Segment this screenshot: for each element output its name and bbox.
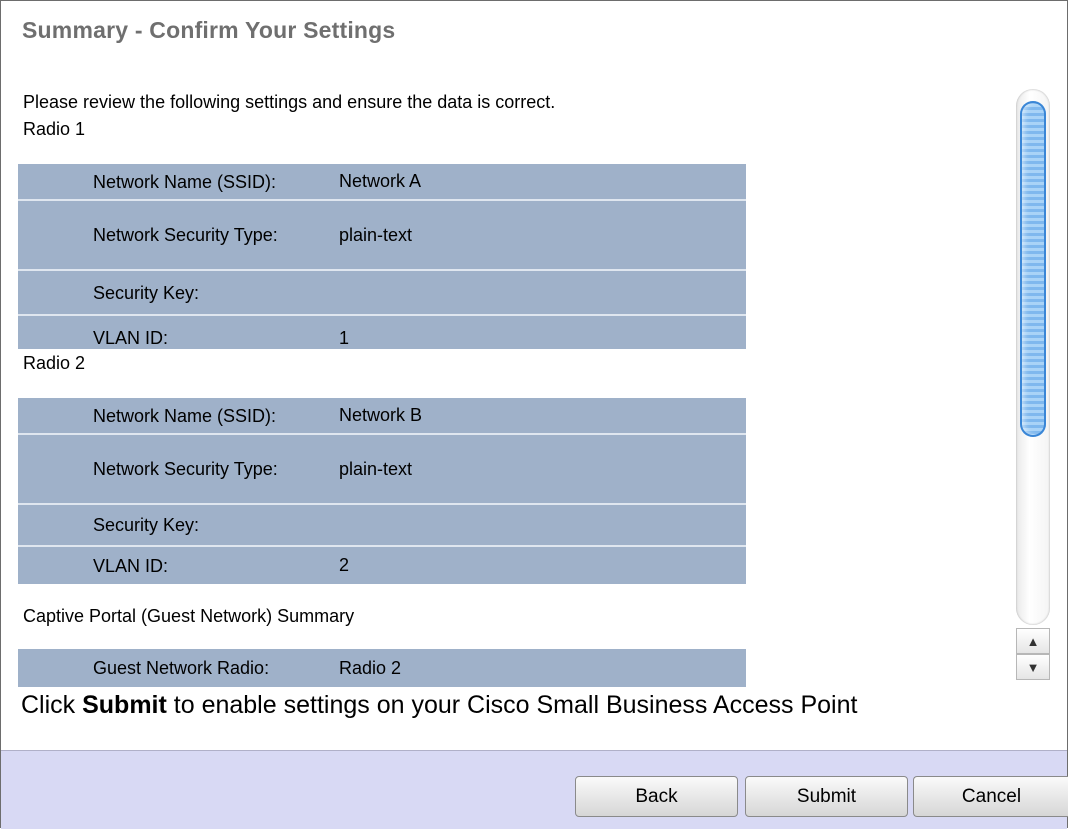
wizard-dialog: Summary - Confirm Your Settings Please r… bbox=[0, 0, 1068, 829]
table-row: VLAN ID: 2 bbox=[18, 546, 746, 584]
table-row: VLAN ID: 1 bbox=[18, 315, 746, 349]
table-row: Security Key: bbox=[18, 270, 746, 316]
button-bar: Back Submit Cancel bbox=[1, 750, 1068, 829]
vlan-id-value: 1 bbox=[339, 328, 350, 348]
security-type-label: Network Security Type: bbox=[18, 200, 339, 271]
radio2-table: Network Name (SSID): Network B Network S… bbox=[18, 398, 746, 584]
table-row: Security Key: bbox=[18, 504, 746, 547]
cancel-button[interactable]: Cancel bbox=[913, 776, 1068, 817]
radio1-heading: Radio 1 bbox=[23, 119, 86, 139]
scrollbar-track[interactable] bbox=[1016, 89, 1050, 625]
table-row: Network Security Type: plain-text bbox=[18, 434, 746, 505]
scrollbar-thumb[interactable] bbox=[1020, 101, 1046, 437]
instruction-suffix: to enable settings on your Cisco Small B… bbox=[166, 691, 858, 719]
back-button[interactable]: Back bbox=[575, 776, 738, 817]
intro-text: Please review the following settings and… bbox=[23, 92, 556, 112]
table-row: Network Name (SSID): Network A bbox=[18, 164, 746, 201]
table-row: Network Name (SSID): Network B bbox=[18, 398, 746, 435]
table-row: Network Security Type: plain-text bbox=[18, 200, 746, 271]
instruction-bold: Submit bbox=[82, 691, 167, 719]
summary-scroll-area[interactable]: Please review the following settings and… bbox=[1, 81, 1067, 691]
guest-radio-value: Radio 2 bbox=[339, 657, 402, 678]
ssid-label: Network Name (SSID): bbox=[18, 164, 339, 201]
instruction-prefix: Click bbox=[21, 691, 83, 719]
security-key-label: Security Key: bbox=[18, 270, 339, 316]
captive-portal-heading: Captive Portal (Guest Network) Summary bbox=[23, 606, 355, 626]
scroll-down-icon[interactable]: ▼ bbox=[1016, 654, 1050, 680]
security-type-label: Network Security Type: bbox=[18, 434, 339, 505]
vlan-id-value: 2 bbox=[339, 555, 350, 575]
security-type-value: plain-text bbox=[339, 434, 746, 505]
security-type-value: plain-text bbox=[339, 200, 746, 271]
table-row: Guest Network Radio: Radio 2 bbox=[18, 649, 746, 687]
ssid-value: Network A bbox=[339, 164, 746, 201]
ssid-label: Network Name (SSID): bbox=[18, 398, 339, 435]
submit-button[interactable]: Submit bbox=[745, 776, 908, 817]
security-key-value bbox=[339, 270, 746, 316]
page-title: Summary - Confirm Your Settings bbox=[22, 17, 396, 43]
scroll-up-icon[interactable]: ▲ bbox=[1016, 628, 1050, 654]
radio1-table: Network Name (SSID): Network A Network S… bbox=[18, 164, 746, 349]
radio2-heading: Radio 2 bbox=[23, 353, 86, 373]
ssid-value: Network B bbox=[339, 398, 746, 435]
vertical-scrollbar[interactable]: ▲ ▼ bbox=[1016, 89, 1050, 680]
security-key-value bbox=[339, 504, 746, 547]
captive-portal-table: Guest Network Radio: Radio 2 bbox=[18, 649, 746, 687]
security-key-label: Security Key: bbox=[18, 504, 339, 547]
vlan-id-label: VLAN ID: bbox=[93, 555, 169, 576]
submit-instruction: Click Submit to enable settings on your … bbox=[21, 691, 857, 720]
vlan-id-label: VLAN ID: bbox=[93, 328, 169, 348]
guest-radio-label: Guest Network Radio: bbox=[93, 658, 270, 678]
